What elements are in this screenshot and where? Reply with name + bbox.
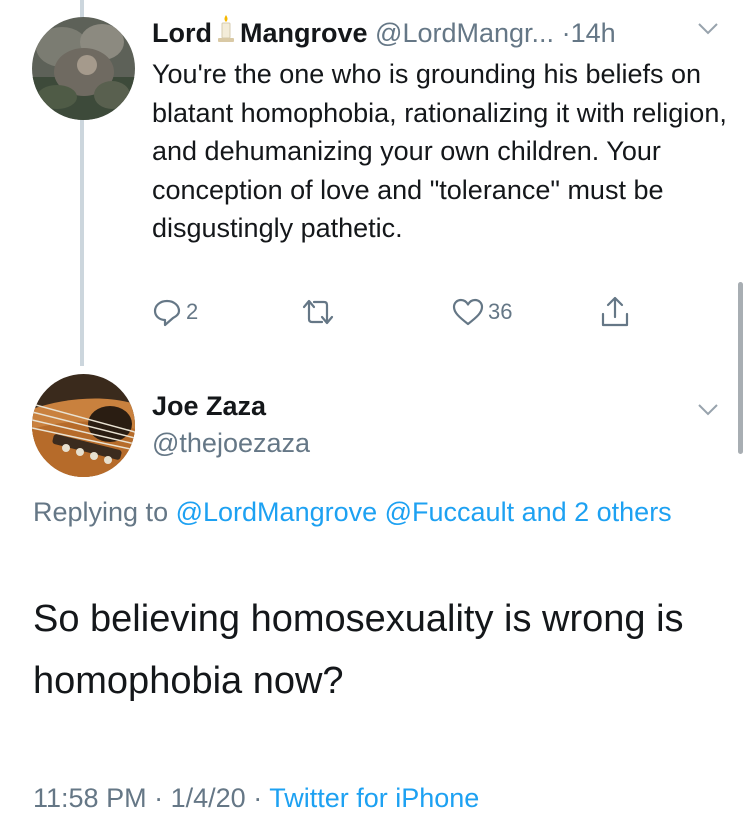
reply-button[interactable]: 2 xyxy=(152,297,198,327)
retweet-icon xyxy=(302,299,334,325)
replying-to: Replying to @LordMangrove @Fuccault and … xyxy=(33,491,713,533)
avatar-image xyxy=(32,17,135,120)
meta-separator: · xyxy=(154,783,164,813)
tweet-time[interactable]: 11:58 PM xyxy=(33,783,147,813)
reply-icon xyxy=(153,299,181,327)
tweet-date[interactable]: 1/4/20 xyxy=(171,783,246,813)
header-separator: · xyxy=(561,18,571,48)
chevron-down-icon[interactable] xyxy=(697,22,719,36)
tweet2-text: So believing homosexuality is wrong is h… xyxy=(33,598,684,702)
author-name-last[interactable]: Mangrove xyxy=(240,18,368,48)
tweet1-header: Lord Mangrove @LordMangr... ·14h xyxy=(152,14,616,51)
scrollbar[interactable] xyxy=(738,282,743,454)
chevron-down-icon[interactable] xyxy=(697,403,719,417)
replying-to-link[interactable]: @LordMangrove @Fuccault and 2 others xyxy=(176,497,672,527)
reply-count: 2 xyxy=(186,299,199,324)
retweet-button[interactable] xyxy=(300,298,336,326)
author-handle[interactable]: @thejoezaza xyxy=(152,428,310,459)
like-icon xyxy=(452,298,484,326)
replying-to-prefix: Replying to xyxy=(33,497,169,527)
avatar-lord-mangrove[interactable] xyxy=(32,17,135,120)
candle-icon xyxy=(216,14,236,51)
tweet-time[interactable]: 14h xyxy=(571,18,616,48)
share-icon xyxy=(601,296,629,327)
meta-separator: · xyxy=(253,783,263,813)
author-handle[interactable]: @LordMangr... xyxy=(375,18,554,48)
share-button[interactable] xyxy=(600,295,630,329)
avatar-joe-zaza[interactable] xyxy=(32,374,135,477)
tweet1-text: You're the one who is grounding his beli… xyxy=(152,59,727,243)
tweet-metadata: 11:58 PM · 1/4/20 · Twitter for iPhone xyxy=(33,783,479,814)
like-button[interactable]: 36 xyxy=(452,298,512,326)
author-name[interactable]: Joe Zaza xyxy=(152,391,266,422)
author-name-first[interactable]: Lord xyxy=(152,18,212,48)
tweet-source-link[interactable]: Twitter for iPhone xyxy=(269,783,479,813)
avatar-image xyxy=(32,374,135,477)
like-count: 36 xyxy=(488,299,513,324)
